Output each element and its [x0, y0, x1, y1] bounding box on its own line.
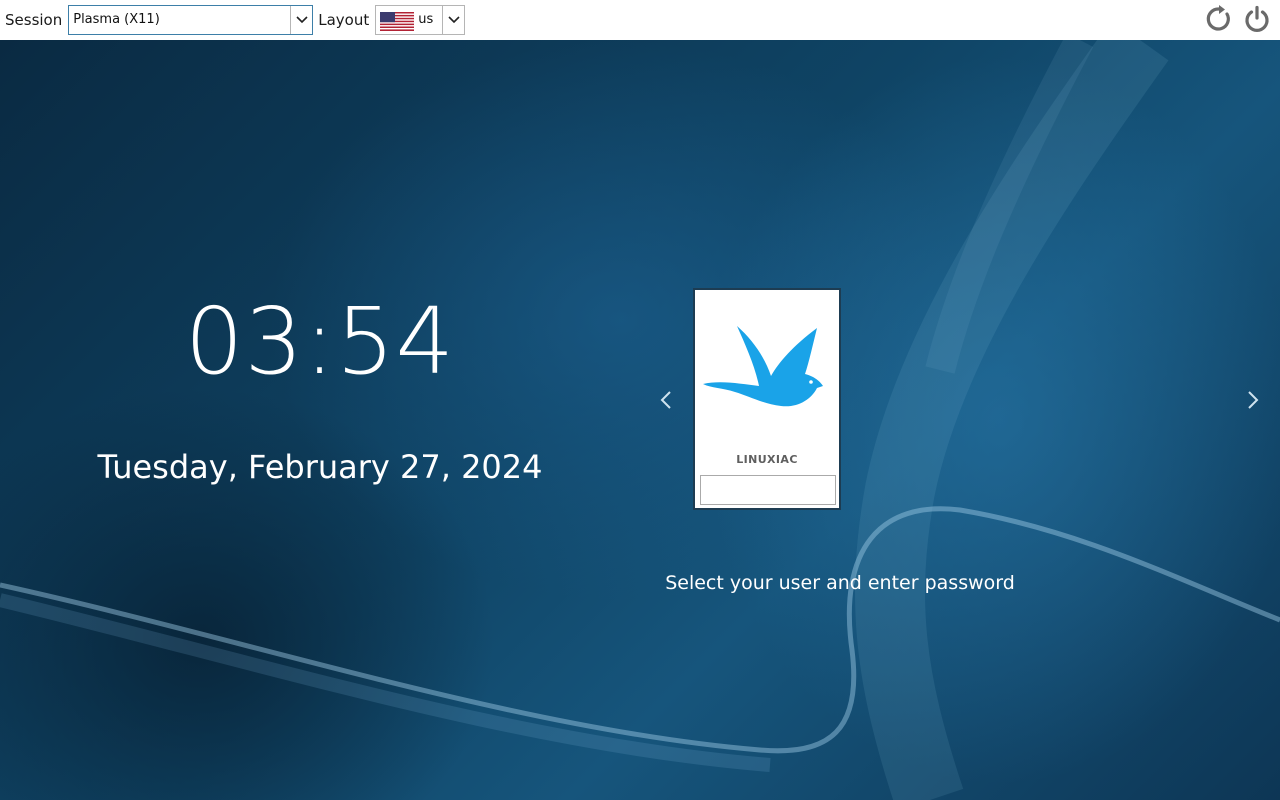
- clock-time: 03:54: [184, 288, 456, 395]
- bird-icon: [703, 326, 823, 407]
- power-icon: [1245, 5, 1269, 32]
- layout-label: Layout: [318, 11, 370, 29]
- wallpaper: [0, 40, 1280, 800]
- session-select[interactable]: Plasma (X11): [68, 5, 314, 35]
- chevron-down-icon[interactable]: [290, 6, 312, 34]
- clock-date: Tuesday, February 27, 2024: [97, 448, 543, 486]
- next-user-button[interactable]: [1243, 388, 1263, 412]
- session-select-value: Plasma (X11): [73, 12, 160, 27]
- top-bar: Session Plasma (X11) Layout us: [0, 0, 1280, 40]
- layout-select-value: us: [418, 12, 434, 27]
- login-hint: Select your user and enter password: [665, 572, 1015, 594]
- shutdown-button[interactable]: [1242, 4, 1272, 34]
- restart-button[interactable]: [1204, 4, 1234, 34]
- user-name: LINUXIAC: [736, 453, 798, 466]
- layout-select[interactable]: us: [375, 5, 466, 35]
- us-flag-icon: [380, 12, 415, 31]
- chevron-down-icon[interactable]: [442, 6, 464, 34]
- chevron-right-icon: [1248, 391, 1259, 409]
- power-actions: [1204, 4, 1272, 34]
- wallpaper-swoosh: [0, 40, 1280, 800]
- restart-icon: [1206, 5, 1230, 31]
- user-card[interactable]: LINUXIAC: [693, 288, 841, 510]
- chevron-left-icon: [660, 391, 671, 409]
- session-label: Session: [5, 11, 63, 29]
- previous-user-button[interactable]: [656, 388, 676, 412]
- password-input[interactable]: [700, 475, 836, 505]
